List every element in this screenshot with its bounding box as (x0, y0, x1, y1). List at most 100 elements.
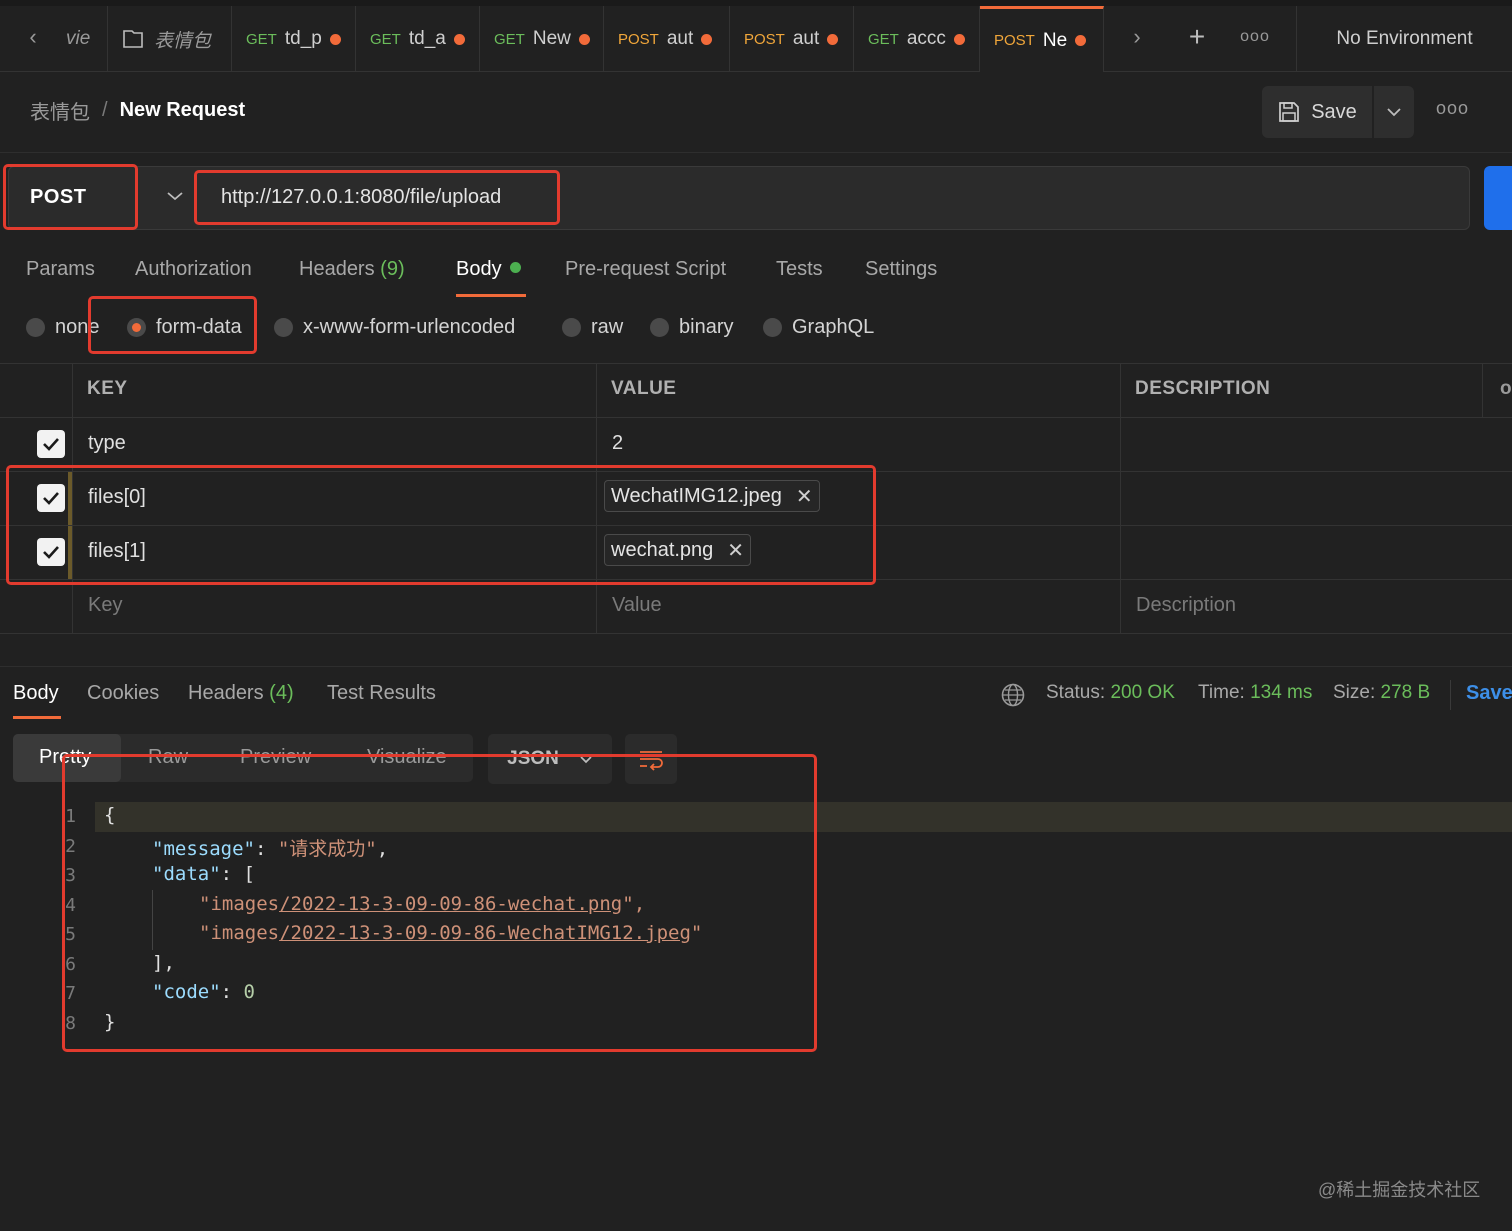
tab-1[interactable]: 表情包 (108, 6, 232, 72)
tab-bar: ‹ vie 表情包 GET td_p GET td_a GET New POST… (0, 0, 1512, 72)
view-raw[interactable]: Raw (148, 746, 188, 769)
close-icon[interactable]: ✕ (796, 484, 813, 509)
radio-binary[interactable] (650, 318, 669, 337)
table-options-icon[interactable]: o (1500, 378, 1512, 400)
body-type-graphql[interactable]: GraphQL (763, 316, 874, 339)
new-value-input[interactable]: Value (612, 594, 662, 617)
tab-4[interactable]: GET New (480, 6, 604, 72)
unsaved-dot (701, 33, 713, 45)
row-key[interactable]: type (88, 432, 126, 455)
body-type-form-data[interactable]: form-data (127, 316, 242, 339)
page-title[interactable]: New Request (120, 99, 246, 122)
tab-6[interactable]: POST aut (730, 6, 854, 72)
indent-guide (152, 890, 153, 950)
close-icon[interactable]: ✕ (727, 538, 744, 563)
url-input[interactable]: http://127.0.0.1:8080/file/upload (221, 186, 501, 209)
check-icon (43, 546, 59, 559)
method-selector[interactable]: POST (30, 186, 86, 209)
table-border (596, 363, 597, 633)
table-border (0, 471, 1512, 472)
response-tab-cookies[interactable]: Cookies (87, 682, 159, 705)
globe-icon[interactable] (1000, 682, 1026, 708)
json-link[interactable]: /2022-13-3-09-09-86-WechatIMG12.jpeg (279, 922, 691, 944)
response-tab-test-results[interactable]: Test Results (327, 682, 436, 705)
file-chip[interactable]: WechatIMG12.jpeg ✕ (604, 480, 820, 512)
drag-handle[interactable] (68, 526, 72, 579)
json-link[interactable]: /2022-13-3-09-09-86-wechat.png (279, 893, 622, 915)
body-type-binary[interactable]: binary (650, 316, 733, 339)
tab-active[interactable]: POST Ne (980, 6, 1104, 72)
tab-tests[interactable]: Tests (776, 258, 823, 281)
table-border (1120, 363, 1121, 633)
active-tab-indicator (456, 294, 526, 297)
json-string: "images (199, 893, 280, 915)
body-type-urlencoded[interactable]: x-www-form-urlencoded (274, 316, 515, 339)
save-response-button[interactable]: Save (1466, 682, 1512, 705)
body-type-none[interactable]: none (26, 316, 100, 339)
code-line-1: { (104, 804, 116, 826)
more-options-icon[interactable]: ooo (1436, 98, 1469, 119)
chevron-down-icon (580, 755, 592, 763)
new-description-input[interactable]: Description (1136, 594, 1236, 617)
response-tab-headers[interactable]: Headers (4) (188, 682, 294, 705)
save-options-button[interactable] (1374, 86, 1414, 138)
view-pretty[interactable]: Pretty (39, 746, 91, 769)
line-number: 4 (65, 895, 76, 916)
tab-authorization[interactable]: Authorization (135, 258, 252, 281)
row-checkbox[interactable] (37, 538, 65, 566)
json-string: ", (622, 893, 646, 915)
chevron-right-icon[interactable]: › (1122, 22, 1152, 52)
tab-label: New (532, 28, 571, 49)
tab-params[interactable]: Params (26, 258, 95, 281)
format-selector[interactable]: JSON (488, 734, 612, 784)
tab-headers[interactable]: Headers (9) (299, 258, 405, 281)
environment-selector[interactable]: No Environment (1296, 6, 1512, 72)
unsaved-dot (329, 33, 341, 45)
view-preview[interactable]: Preview (240, 746, 311, 769)
breadcrumb-parent[interactable]: 表情包 (30, 96, 90, 125)
chevron-left-icon[interactable]: ‹ (18, 22, 48, 52)
current-line-highlight (95, 802, 1512, 832)
radio-raw[interactable] (562, 318, 581, 337)
wrap-lines-button[interactable] (625, 734, 677, 784)
radio-none[interactable] (26, 318, 45, 337)
tab-label: vie (66, 28, 91, 49)
more-tabs-icon[interactable]: ooo (1240, 22, 1270, 52)
row-checkbox[interactable] (37, 430, 65, 458)
tab-method: POST (744, 30, 785, 48)
tab-body[interactable]: Body (456, 258, 521, 281)
json-key: "message" (152, 838, 255, 860)
tab-0[interactable]: vie (64, 6, 108, 72)
row-value[interactable]: 2 (612, 432, 623, 455)
body-type-label: raw (591, 316, 624, 338)
row-key[interactable]: files[1] (88, 540, 146, 563)
tab-pre-request-script[interactable]: Pre-request Script (565, 258, 726, 281)
view-visualize[interactable]: Visualize (367, 746, 447, 769)
status-label: Status: (1046, 682, 1106, 703)
tab-7[interactable]: GET accc (854, 6, 980, 72)
unsaved-dot (827, 33, 839, 45)
tab-method: GET (868, 30, 899, 48)
tab-2[interactable]: GET td_p (232, 6, 356, 72)
row-key[interactable]: files[0] (88, 486, 146, 509)
new-key-input[interactable]: Key (88, 594, 122, 617)
tab-3[interactable]: GET td_a (356, 6, 480, 72)
response-tab-body[interactable]: Body (13, 682, 59, 705)
plus-icon[interactable]: + (1182, 22, 1212, 52)
tab-5[interactable]: POST aut (604, 6, 730, 72)
tab-label: td_a (408, 28, 446, 49)
drag-handle[interactable] (68, 472, 72, 525)
send-button[interactable] (1484, 166, 1512, 230)
save-button[interactable]: Save (1262, 86, 1372, 138)
file-chip[interactable]: wechat.png ✕ (604, 534, 752, 566)
chevron-down-icon (1387, 108, 1401, 117)
radio-graphql[interactable] (763, 318, 782, 337)
response-size: Size: 278 B (1333, 682, 1430, 704)
body-type-raw[interactable]: raw (562, 316, 623, 339)
method-dropdown[interactable] (166, 186, 184, 208)
radio-urlencoded[interactable] (274, 318, 293, 337)
radio-form-data[interactable] (127, 318, 146, 337)
body-type-label: none (55, 316, 100, 338)
tab-settings[interactable]: Settings (865, 258, 937, 281)
row-checkbox[interactable] (37, 484, 65, 512)
